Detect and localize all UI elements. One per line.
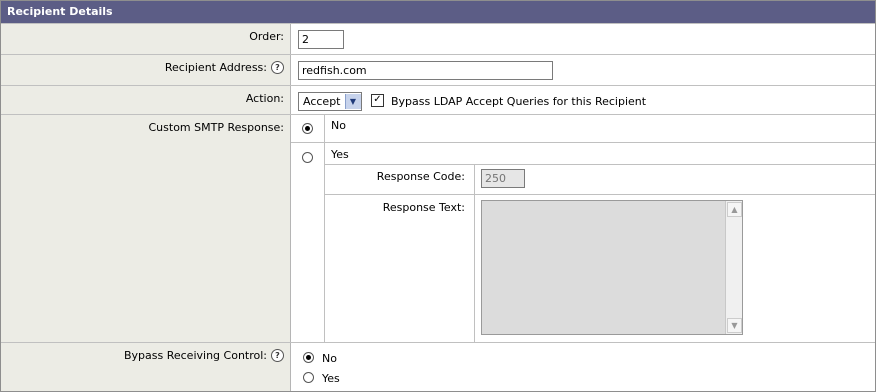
order-input[interactable] (298, 30, 344, 49)
bypass-receiving-yes-radio[interactable] (303, 372, 314, 383)
action-select-value: Accept (303, 95, 341, 108)
custom-smtp-no-radio[interactable] (302, 123, 313, 134)
bypass-ldap-checkbox[interactable]: ✓ (371, 94, 384, 107)
bypass-ldap-label: Bypass LDAP Accept Queries for this Reci… (391, 95, 647, 108)
scrollbar[interactable]: ▲ ▼ (725, 201, 742, 334)
action-label: Action: (245, 92, 284, 105)
order-row: Order: (1, 23, 875, 54)
bypass-receiving-row: Bypass Receiving Control: ? No Yes (1, 342, 875, 391)
section-header: Recipient Details (1, 1, 875, 23)
response-code-input[interactable] (481, 169, 525, 188)
bypass-receiving-no-label: No (322, 352, 337, 365)
custom-smtp-yes-label: Yes (331, 148, 349, 161)
chevron-down-icon: ▼ (344, 94, 361, 109)
recipient-details-panel: Recipient Details Order: Recipient Addre… (0, 0, 876, 392)
order-label: Order: (249, 30, 284, 43)
custom-smtp-row: Custom SMTP Response: (1, 114, 875, 342)
bypass-receiving-no-radio[interactable] (303, 352, 314, 363)
bypass-receiving-yes-label: Yes (322, 372, 340, 385)
response-text-label: Response Text: (382, 201, 465, 214)
custom-smtp-yes-radio[interactable] (302, 152, 313, 163)
bypass-receiving-label: Bypass Receiving Control: (123, 349, 267, 362)
custom-smtp-label: Custom SMTP Response: (148, 121, 285, 134)
response-code-label: Response Code: (376, 170, 465, 183)
help-icon[interactable]: ? (271, 349, 284, 362)
response-text-area[interactable]: ▲ ▼ (481, 200, 743, 335)
custom-smtp-no-label: No (331, 119, 346, 132)
scroll-up-icon[interactable]: ▲ (727, 202, 742, 217)
recipient-address-input[interactable] (298, 61, 553, 80)
scroll-down-icon[interactable]: ▼ (727, 318, 742, 333)
help-icon[interactable]: ? (271, 61, 284, 74)
recipient-address-row: Recipient Address: ? (1, 54, 875, 85)
recipient-address-label: Recipient Address: (164, 61, 267, 74)
action-row: Action: Accept ▼ ✓ Bypass LDAP Accept Qu… (1, 85, 875, 114)
action-select[interactable]: Accept ▼ (298, 92, 362, 111)
